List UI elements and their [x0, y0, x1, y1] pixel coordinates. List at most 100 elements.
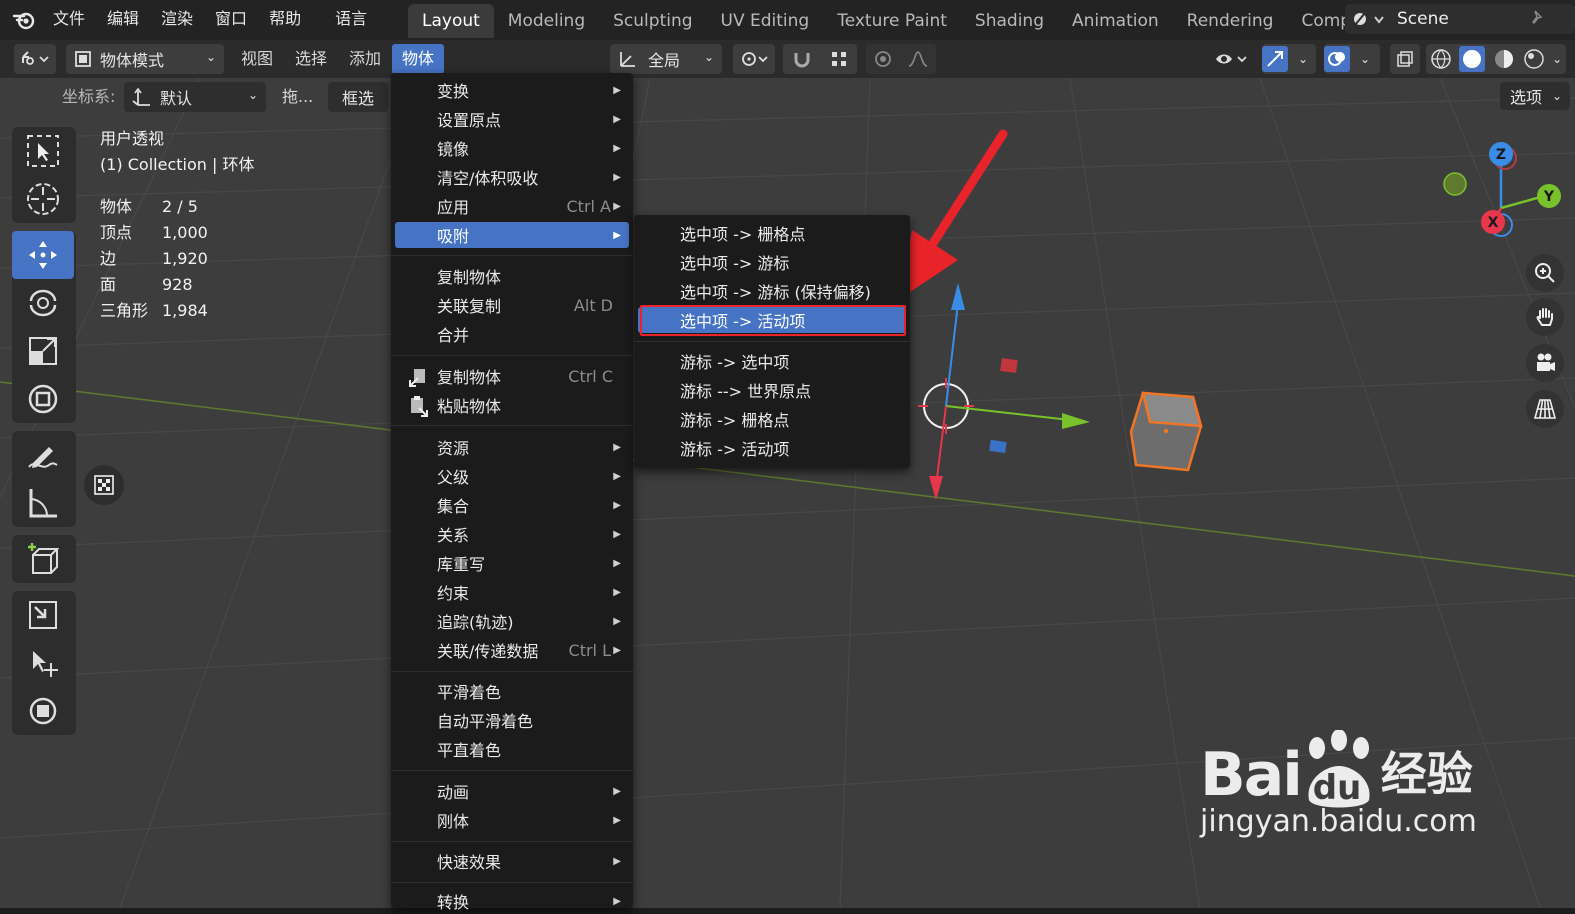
- header-menu-object[interactable]: 物体: [392, 44, 445, 74]
- pivot-point-button[interactable]: [733, 44, 775, 74]
- menu-item-clear[interactable]: 清空/体积吸收 ▶: [395, 164, 629, 190]
- gizmo-toggle[interactable]: ⌄: [1262, 44, 1316, 74]
- measure-tool[interactable]: [12, 479, 74, 527]
- snap-toggle[interactable]: [783, 44, 857, 74]
- quick-toggle-button[interactable]: [84, 465, 124, 505]
- menu-item-copy[interactable]: 复制物体 Ctrl C: [395, 363, 629, 389]
- menu-file[interactable]: 文件: [42, 0, 96, 40]
- menu-item-duplicate-linked[interactable]: 关联复制 Alt D: [395, 292, 629, 318]
- proportional-edit-toggle[interactable]: [866, 44, 936, 74]
- submenu-selection-to-grid[interactable]: 选中项 -> 栅格点: [638, 220, 906, 246]
- chevron-down-icon: ⌄: [205, 50, 216, 64]
- add-cube-tool[interactable]: [12, 535, 74, 583]
- menu-edit[interactable]: 编辑: [96, 0, 150, 40]
- options-dropdown[interactable]: 选项 ⌄: [1500, 82, 1570, 110]
- submenu-cursor-to-world-origin[interactable]: 游标 --> 世界原点: [638, 377, 906, 403]
- menu-item-mirror[interactable]: 镜像 ▶: [395, 135, 629, 161]
- tab-layout[interactable]: Layout: [408, 4, 494, 38]
- gizmo-icon: [1262, 46, 1288, 72]
- solid-shading-icon[interactable]: [1459, 46, 1486, 72]
- scale-tool[interactable]: [12, 327, 74, 375]
- submenu-selection-to-cursor-offset[interactable]: 选中项 -> 游标 (保持偏移): [638, 278, 906, 304]
- shading-modes[interactable]: ⌄: [1426, 44, 1566, 74]
- pin-icon[interactable]: [1529, 9, 1547, 31]
- blender-logo-icon[interactable]: [10, 6, 38, 34]
- tab-uv-editing[interactable]: UV Editing: [707, 4, 824, 38]
- rotate-tool[interactable]: [12, 279, 74, 327]
- annotate-tool[interactable]: [12, 431, 74, 479]
- submenu-cursor-to-active[interactable]: 游标 -> 活动项: [638, 435, 906, 461]
- menu-item-collection[interactable]: 集合 ▶: [395, 492, 629, 518]
- chevron-down-icon: ⌄: [247, 88, 258, 102]
- box-select-button[interactable]: 框选: [328, 82, 388, 112]
- coord-system-select[interactable]: 默认 ⌄: [124, 82, 266, 112]
- visibility-toggle[interactable]: [1208, 44, 1254, 74]
- menu-item-quick-effects[interactable]: 快速效果 ▶: [395, 848, 629, 874]
- rendered-shading-icon[interactable]: [1523, 48, 1545, 70]
- z-arrow-icon: [951, 283, 965, 310]
- header-menu-add[interactable]: 添加: [349, 44, 381, 74]
- cursor-tool[interactable]: [12, 175, 74, 223]
- material-shading-icon[interactable]: [1493, 48, 1515, 70]
- menu-item-transform[interactable]: 变换 ▶: [395, 77, 629, 103]
- submenu-cursor-to-grid[interactable]: 游标 -> 栅格点: [638, 406, 906, 432]
- menu-item-library-override[interactable]: 库重写 ▶: [395, 550, 629, 576]
- menu-render[interactable]: 渲染: [150, 0, 204, 40]
- menu-window[interactable]: 窗口: [204, 0, 258, 40]
- submenu-selection-to-cursor[interactable]: 选中项 -> 游标: [638, 249, 906, 275]
- menu-item-animation[interactable]: 动画 ▶: [395, 778, 629, 804]
- menu-item-relations[interactable]: 关系 ▶: [395, 521, 629, 547]
- header-menu-select[interactable]: 选择: [295, 44, 327, 74]
- menu-item-rigid-body[interactable]: 刚体 ▶: [395, 807, 629, 833]
- scene-selector[interactable]: Scene: [1345, 4, 1575, 34]
- paw-icon: du: [1301, 730, 1377, 810]
- object-mode-icon: [74, 50, 92, 68]
- overlay-toggle[interactable]: ⌄: [1324, 44, 1380, 74]
- tab-rendering[interactable]: Rendering: [1173, 4, 1288, 38]
- drag-label[interactable]: 拖...: [282, 82, 313, 112]
- menu-item-apply[interactable]: 应用 Ctrl A ▶: [395, 193, 629, 219]
- shrink-fatten-tool[interactable]: [12, 591, 74, 639]
- navigation-gizmo[interactable]: Z Y X: [1435, 128, 1575, 268]
- select-box-tool[interactable]: [12, 127, 74, 175]
- perspective-toggle-button[interactable]: [1526, 390, 1564, 428]
- menu-item-shade-smooth[interactable]: 平滑着色: [395, 678, 629, 704]
- left-toolbar: [12, 127, 76, 743]
- menu-item-set-origin[interactable]: 设置原点 ▶: [395, 106, 629, 132]
- menu-item-asset[interactable]: 资源 ▶: [395, 434, 629, 460]
- menu-language[interactable]: 语言: [324, 0, 378, 40]
- tab-sculpting[interactable]: Sculpting: [599, 4, 706, 38]
- pan-view-button[interactable]: [1526, 298, 1564, 336]
- menu-item-duplicate[interactable]: 复制物体: [395, 263, 629, 289]
- origin-tool[interactable]: [12, 687, 74, 735]
- transform-tool[interactable]: [12, 375, 74, 423]
- menu-item-join[interactable]: 合并: [395, 321, 629, 347]
- move-tool[interactable]: [12, 231, 74, 279]
- gizmo-x-label: X: [1488, 215, 1499, 231]
- zoom-view-button[interactable]: [1526, 254, 1564, 292]
- menu-item-shade-auto-smooth[interactable]: 自动平滑着色: [395, 707, 629, 733]
- camera-view-button[interactable]: [1526, 344, 1564, 382]
- transform-orientation-select[interactable]: 全局 ⌄: [610, 44, 722, 74]
- menu-item-shade-flat[interactable]: 平直着色: [395, 736, 629, 762]
- menu-item-constraint[interactable]: 约束 ▶: [395, 579, 629, 605]
- menu-help[interactable]: 帮助: [258, 0, 312, 40]
- menu-item-paste[interactable]: 粘贴物体: [395, 392, 629, 418]
- xray-toggle[interactable]: [1390, 44, 1420, 74]
- editor-type-button[interactable]: [14, 44, 56, 74]
- menu-item-snap[interactable]: 吸附 ▶: [395, 222, 629, 248]
- wireframe-shading-icon[interactable]: [1430, 48, 1452, 70]
- tab-animation[interactable]: Animation: [1058, 4, 1173, 38]
- submenu-cursor-to-selected[interactable]: 游标 -> 选中项: [638, 348, 906, 374]
- menu-item-link-transfer[interactable]: 关联/传递数据 Ctrl L ▶: [395, 637, 629, 663]
- transform-cursor-tool[interactable]: [12, 639, 74, 687]
- tab-shading[interactable]: Shading: [961, 4, 1058, 38]
- menu-item-track[interactable]: 追踪(轨迹) ▶: [395, 608, 629, 634]
- header-menu-view[interactable]: 视图: [241, 44, 273, 74]
- move-icon: [25, 237, 61, 273]
- tab-texture-paint[interactable]: Texture Paint: [823, 4, 961, 38]
- tab-modeling[interactable]: Modeling: [494, 4, 599, 38]
- menu-item-parent[interactable]: 父级 ▶: [395, 463, 629, 489]
- mode-select[interactable]: 物体模式 ⌄: [66, 44, 224, 74]
- menu-item-convert[interactable]: 转换 ▶: [395, 888, 629, 914]
